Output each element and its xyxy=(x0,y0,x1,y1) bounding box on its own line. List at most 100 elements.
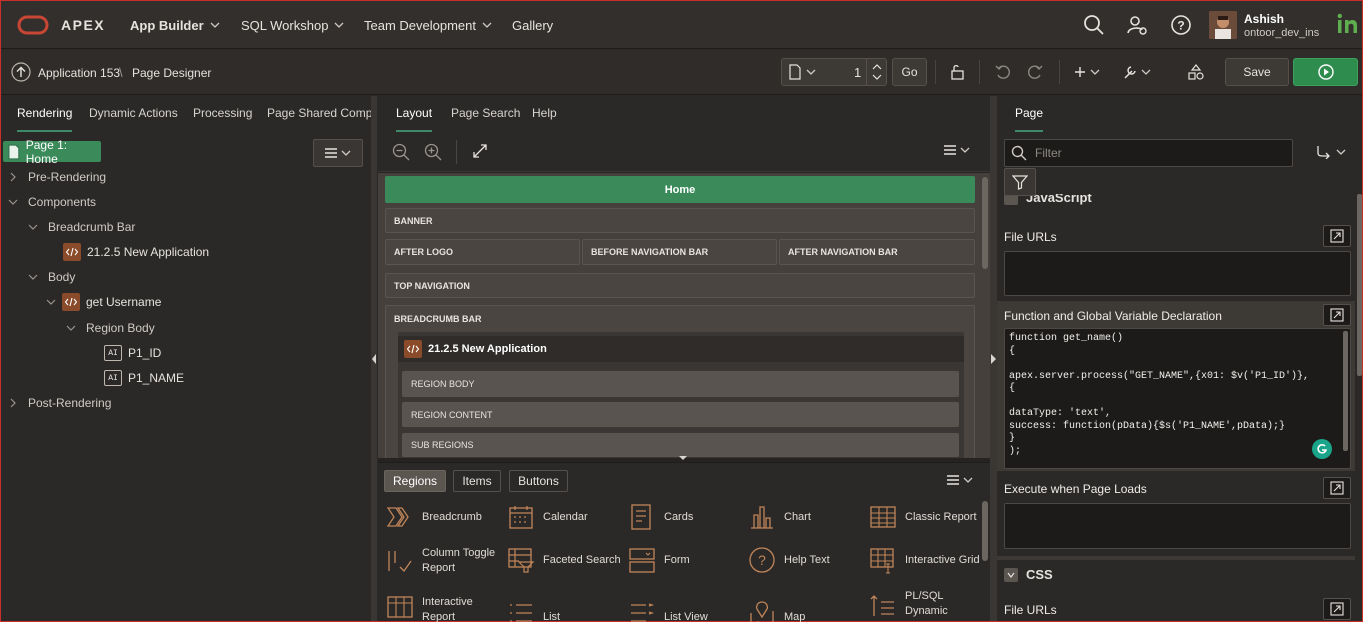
tab-help[interactable]: Help xyxy=(532,96,557,132)
editor-scrollbar[interactable] xyxy=(1343,331,1348,451)
admin-user-icon[interactable] xyxy=(1126,14,1148,36)
filter-options-button[interactable] xyxy=(1004,168,1036,196)
page-selector[interactable]: 1 xyxy=(781,58,887,86)
nav-app-builder[interactable]: App Builder xyxy=(130,1,220,49)
execute-on-load-input[interactable] xyxy=(1004,503,1351,549)
right-splitter[interactable] xyxy=(990,96,997,621)
gallery-item-cards[interactable]: Cards xyxy=(628,503,693,531)
apex-brand[interactable]: APEX xyxy=(61,1,105,49)
utilities-menu-button[interactable] xyxy=(1121,58,1155,86)
help-icon[interactable]: ? xyxy=(1170,14,1192,36)
tree-node-pre-rendering[interactable]: Pre-Rendering xyxy=(8,166,106,188)
zoom-in-icon[interactable] xyxy=(424,143,442,161)
gallery-item-plsql-dynamic[interactable]: PL/SQL Dynamic xyxy=(869,589,965,619)
layout-page-title[interactable]: Home xyxy=(385,176,975,203)
tree-node-body[interactable]: Body xyxy=(28,266,75,288)
tree-node-components[interactable]: Components xyxy=(8,191,96,213)
gallery-item-help-text[interactable]: ? Help Text xyxy=(748,546,830,574)
save-button[interactable]: Save xyxy=(1225,58,1289,86)
tree-node-breadcrumb-region[interactable]: 21.2.5 New Application xyxy=(63,241,209,263)
tree-node-p1-id[interactable]: AI P1_ID xyxy=(104,342,161,364)
gallery-item-interactive-grid[interactable]: Interactive Grid xyxy=(869,546,980,574)
slot-sub-regions[interactable]: SUB REGIONS xyxy=(402,433,959,457)
tree-page-node[interactable]: Page 1: Home xyxy=(3,138,101,166)
create-menu-button[interactable] xyxy=(1071,58,1105,86)
expand-editor-button[interactable] xyxy=(1323,598,1351,620)
page-number-input[interactable]: 1 xyxy=(854,65,861,80)
section-css[interactable]: CSS xyxy=(1004,567,1053,582)
tab-page-search[interactable]: Page Search xyxy=(451,96,520,132)
gallery-item-map[interactable]: Map xyxy=(748,599,805,622)
nav-team-development[interactable]: Team Development xyxy=(364,1,492,49)
layout-scrollbar[interactable] xyxy=(982,177,988,269)
gallery-item-list-view[interactable]: List View xyxy=(628,599,708,622)
search-icon[interactable] xyxy=(1083,14,1105,36)
slot-after-logo[interactable]: AFTER LOGO xyxy=(385,239,580,265)
tree-node-breadcrumb-bar[interactable]: Breadcrumb Bar xyxy=(28,216,135,238)
gallery-item-form[interactable]: Form xyxy=(628,546,690,574)
expand-editor-button[interactable] xyxy=(1323,477,1351,499)
gallery-scrollbar[interactable] xyxy=(982,501,988,561)
gallery-item-interactive-report[interactable]: Interactive Report xyxy=(386,595,494,622)
layout-canvas[interactable]: Home BANNER AFTER LOGO BEFORE NAVIGATION… xyxy=(378,173,990,458)
redo-icon[interactable] xyxy=(1021,58,1049,86)
up-arrow-icon[interactable] xyxy=(11,62,31,82)
region-card[interactable]: 21.2.5 New Application REGION BODY REGIO… xyxy=(398,332,964,458)
gallery-item-faceted-search[interactable]: Faceted Search xyxy=(507,546,621,574)
grammarly-icon[interactable] xyxy=(1312,439,1332,459)
slot-before-navigation-bar[interactable]: BEFORE NAVIGATION BAR xyxy=(582,239,777,265)
layout-menu-button[interactable] xyxy=(944,145,970,155)
zoom-out-icon[interactable] xyxy=(392,143,410,161)
tab-processing[interactable]: Processing xyxy=(193,96,252,132)
tree-menu-button[interactable] xyxy=(313,139,363,167)
properties-scrollbar[interactable] xyxy=(1357,194,1362,376)
tab-page-shared-components[interactable]: Page Shared Compor xyxy=(267,96,371,132)
gallery-tab-items[interactable]: Items xyxy=(453,470,501,492)
nav-gallery[interactable]: Gallery xyxy=(512,1,553,49)
tab-rendering[interactable]: Rendering xyxy=(17,96,73,132)
gallery-item-calendar[interactable]: Calendar xyxy=(507,503,588,531)
slot-region-content[interactable]: REGION CONTENT xyxy=(402,402,959,427)
oracle-logo-icon[interactable] xyxy=(17,15,49,35)
tab-layout[interactable]: Layout xyxy=(396,96,433,132)
file-urls-input[interactable] xyxy=(1004,251,1351,296)
nav-sql-workshop[interactable]: SQL Workshop xyxy=(241,1,344,49)
region-header[interactable]: 21.2.5 New Application xyxy=(398,336,964,362)
gallery-tab-regions[interactable]: Regions xyxy=(384,470,446,492)
left-splitter[interactable] xyxy=(371,96,377,621)
gallery-item-breadcrumb[interactable]: Breadcrumb xyxy=(386,503,482,531)
tree-node-post-rendering[interactable]: Post-Rendering xyxy=(8,392,111,414)
slot-region-body[interactable]: REGION BODY xyxy=(402,371,959,397)
gallery-item-column-toggle-report[interactable]: Column Toggle Report xyxy=(386,546,497,576)
gallery-item-chart[interactable]: Chart xyxy=(748,503,811,531)
tree-node-p1-name[interactable]: AI P1_NAME xyxy=(104,367,184,389)
avatar[interactable] xyxy=(1209,11,1237,39)
go-button[interactable]: Go xyxy=(892,58,927,86)
unlock-icon[interactable] xyxy=(943,58,971,86)
tree-node-region-body[interactable]: Region Body xyxy=(66,317,155,339)
expand-icon[interactable] xyxy=(472,143,488,159)
gallery-menu-button[interactable] xyxy=(947,475,973,485)
slot-top-navigation[interactable]: TOP NAVIGATION xyxy=(385,273,975,298)
breadcrumb-application[interactable]: Application 153 xyxy=(38,66,120,80)
user-name[interactable]: Ashish xyxy=(1244,12,1284,26)
splitter-handle-icon[interactable] xyxy=(678,455,688,461)
function-declaration-editor[interactable]: function get_name() { apex.server.proces… xyxy=(1004,328,1351,469)
expand-editor-button[interactable] xyxy=(1323,304,1351,326)
gallery-item-list[interactable]: List xyxy=(507,599,560,622)
slot-banner[interactable]: BANNER xyxy=(385,208,975,233)
slot-breadcrumb-bar[interactable]: BREADCRUMB BAR 21.2.5 New Application RE… xyxy=(385,305,975,458)
shared-components-icon[interactable] xyxy=(1182,58,1210,86)
expand-editor-button[interactable] xyxy=(1323,225,1351,247)
go-to-group-button[interactable] xyxy=(1315,145,1346,159)
slot-after-navigation-bar[interactable]: AFTER NAVIGATION BAR xyxy=(779,239,975,265)
tab-page[interactable]: Page xyxy=(1015,96,1044,132)
tree-node-get-username[interactable]: get Username xyxy=(46,291,161,313)
gallery-tab-buttons[interactable]: Buttons xyxy=(509,470,568,492)
undo-icon[interactable] xyxy=(989,58,1017,86)
run-button[interactable] xyxy=(1293,58,1358,86)
tab-dynamic-actions[interactable]: Dynamic Actions xyxy=(89,96,178,132)
page-stepper[interactable] xyxy=(866,59,886,85)
gallery-item-classic-report[interactable]: Classic Report xyxy=(869,503,977,531)
filter-input[interactable]: Filter xyxy=(1004,139,1293,167)
